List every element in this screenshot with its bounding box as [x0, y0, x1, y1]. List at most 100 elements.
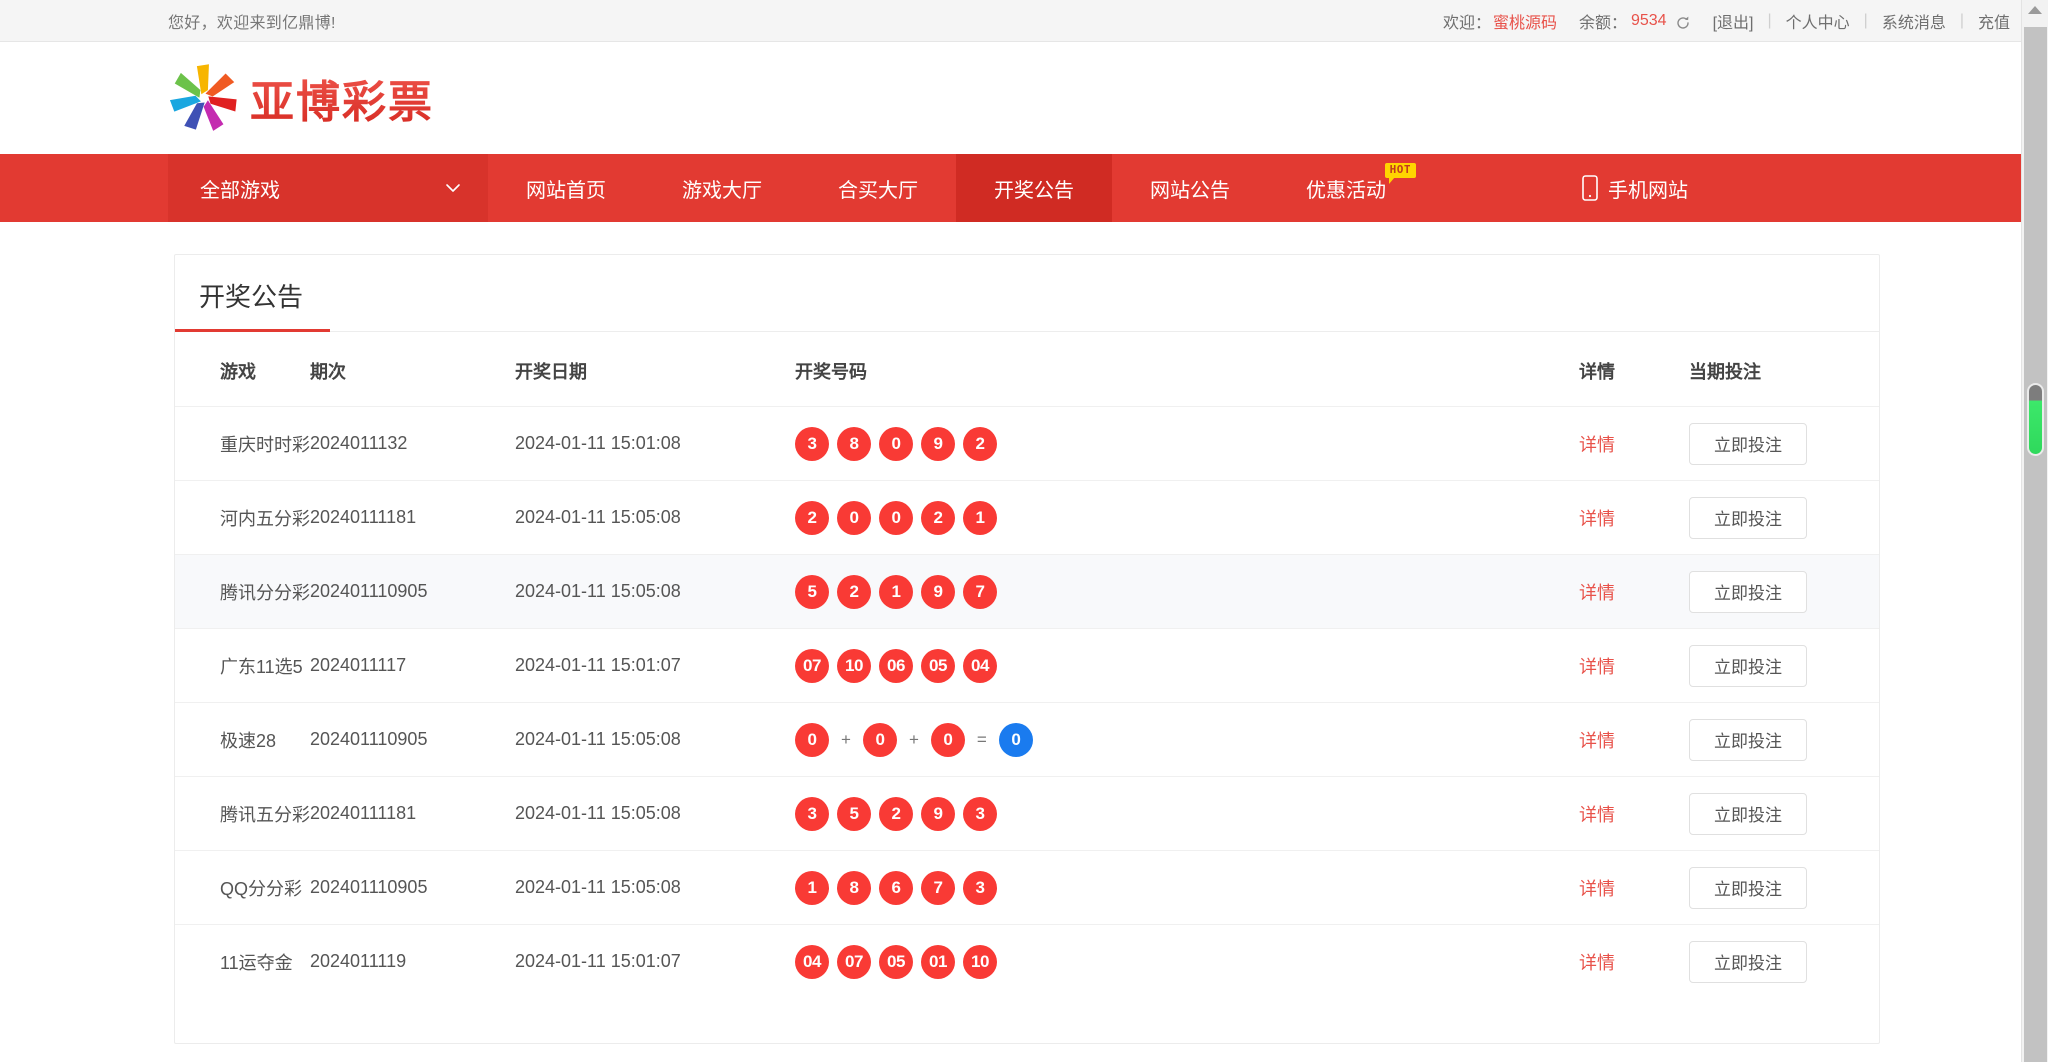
column-header-game: 游戏 [175, 332, 310, 407]
cell-game: 重庆时时彩 [175, 407, 310, 481]
table-row: 极速282024011109052024-01-11 15:05:080+0+0… [175, 703, 1879, 777]
mobile-site-label: 手机网站 [1608, 174, 1688, 203]
lottery-ball-group: 52197 [795, 575, 1579, 609]
cell-game: 11运夺金 [175, 925, 310, 999]
nav-item-group-buy-hall[interactable]: 合买大厅 [800, 154, 956, 222]
detail-link[interactable]: 详情 [1579, 731, 1615, 751]
refresh-icon[interactable] [1675, 15, 1691, 31]
nav-item-promotions[interactable]: 优惠活动 HOT [1268, 154, 1424, 222]
mobile-phone-icon [1582, 175, 1598, 201]
lottery-ball: 0 [879, 501, 913, 535]
detail-link[interactable]: 详情 [1579, 953, 1615, 973]
balance-value: 9534 [1631, 12, 1667, 30]
bet-now-button[interactable]: 立即投注 [1689, 571, 1807, 613]
table-row: 腾讯五分彩202401111812024-01-11 15:05:0835293… [175, 777, 1879, 851]
detail-link[interactable]: 详情 [1579, 657, 1615, 677]
cell-date: 2024-01-11 15:01:07 [515, 629, 795, 703]
cell-game: 极速28 [175, 703, 310, 777]
cell-detail: 详情 [1579, 925, 1689, 999]
lottery-ball: 8 [837, 871, 871, 905]
lottery-ball: 0 [837, 501, 871, 535]
lottery-ball: 3 [795, 797, 829, 831]
detail-link[interactable]: 详情 [1579, 805, 1615, 825]
lottery-ball: 3 [963, 797, 997, 831]
lottery-ball-group: 0710060504 [795, 649, 1579, 683]
lottery-ball: 0 [931, 723, 965, 757]
lottery-ball: 5 [837, 797, 871, 831]
cell-issue: 20240111181 [310, 481, 515, 555]
top-right-group: 欢迎： 蜜桃源码 余额： 9534 [退出] | 个人中心 | 系统消息 | 充… [1443, 0, 2010, 42]
logout-link[interactable]: [退出] [1713, 9, 1754, 33]
bet-now-button[interactable]: 立即投注 [1689, 867, 1807, 909]
lottery-ball: 6 [879, 871, 913, 905]
vertical-scrollbar[interactable] [2021, 0, 2048, 1062]
lottery-ball: 2 [795, 501, 829, 535]
page-title: 开奖公告 [175, 277, 327, 331]
scrollbar-track[interactable] [2024, 27, 2047, 1062]
bet-now-button[interactable]: 立即投注 [1689, 645, 1807, 687]
column-header-bet: 当期投注 [1689, 332, 1879, 407]
nav-item-label: 网站首页 [526, 174, 606, 203]
nav-item-home[interactable]: 网站首页 [488, 154, 644, 222]
lottery-ball: 07 [837, 945, 871, 979]
bet-now-button[interactable]: 立即投注 [1689, 793, 1807, 835]
cell-game: QQ分分彩 [175, 851, 310, 925]
cell-date: 2024-01-11 15:05:08 [515, 851, 795, 925]
lottery-ball: 01 [921, 945, 955, 979]
cell-issue: 2024011119 [310, 925, 515, 999]
cell-date: 2024-01-11 15:05:08 [515, 481, 795, 555]
table-row: 腾讯分分彩2024011109052024-01-11 15:05:085219… [175, 555, 1879, 629]
detail-link[interactable]: 详情 [1579, 509, 1615, 529]
bet-now-button[interactable]: 立即投注 [1689, 423, 1807, 465]
cell-detail: 详情 [1579, 851, 1689, 925]
nav-item-site-notice[interactable]: 网站公告 [1112, 154, 1268, 222]
bet-now-button[interactable]: 立即投注 [1689, 719, 1807, 761]
cell-numbers: 0710060504 [795, 629, 1579, 703]
nav-item-game-hall[interactable]: 游戏大厅 [644, 154, 800, 222]
nav-item-label: 开奖公告 [994, 174, 1074, 203]
cell-numbers: 0+0+0=0 [795, 703, 1579, 777]
cell-bet: 立即投注 [1689, 407, 1879, 481]
cell-bet: 立即投注 [1689, 777, 1879, 851]
cell-detail: 详情 [1579, 629, 1689, 703]
separator-2: | [1864, 12, 1868, 30]
scroll-up-arrow-icon[interactable] [2028, 6, 2042, 14]
card-header: 开奖公告 [175, 255, 1879, 332]
nav-item-label: 优惠活动 [1306, 174, 1386, 203]
cell-detail: 详情 [1579, 777, 1689, 851]
system-message-link[interactable]: 系统消息 [1882, 9, 1946, 33]
table-row: 重庆时时彩20240111322024-01-11 15:01:0838092详… [175, 407, 1879, 481]
bet-now-button[interactable]: 立即投注 [1689, 497, 1807, 539]
separator-1: | [1767, 12, 1771, 30]
lottery-ball-group: 18673 [795, 871, 1579, 905]
all-games-label: 全部游戏 [200, 174, 280, 203]
detail-link[interactable]: 详情 [1579, 583, 1615, 603]
nav-item-mobile-site[interactable]: 手机网站 [1544, 154, 1726, 222]
lottery-ball: 2 [879, 797, 913, 831]
personal-center-link[interactable]: 个人中心 [1786, 9, 1850, 33]
main-navigation: 全部游戏 网站首页 游戏大厅 合买大厅 开奖公告 网站公告 [0, 154, 2048, 222]
all-games-dropdown[interactable]: 全部游戏 [168, 154, 488, 222]
lottery-ball: 2 [837, 575, 871, 609]
lottery-ball: 3 [795, 427, 829, 461]
detail-link[interactable]: 详情 [1579, 879, 1615, 899]
lottery-ball-group: 0407050110 [795, 945, 1579, 979]
lottery-ball: 8 [837, 427, 871, 461]
greeting-text: 您好，欢迎来到亿鼎博! [168, 9, 336, 33]
lottery-ball-sum: 0 [999, 723, 1033, 757]
bet-now-button[interactable]: 立即投注 [1689, 941, 1807, 983]
lottery-ball: 05 [879, 945, 913, 979]
nav-item-lottery-results[interactable]: 开奖公告 [956, 154, 1112, 222]
nav-item-label: 网站公告 [1150, 174, 1230, 203]
scrollbar-thumb[interactable] [2027, 383, 2044, 456]
lottery-ball: 2 [963, 427, 997, 461]
lottery-ball: 2 [921, 501, 955, 535]
logo-band: 亚博彩票 [0, 42, 2048, 154]
separator-3: | [1960, 12, 1964, 30]
lottery-ball-group: 20021 [795, 501, 1579, 535]
lottery-ball: 04 [795, 945, 829, 979]
top-utility-bar: 您好，欢迎来到亿鼎博! 欢迎： 蜜桃源码 余额： 9534 [退出] | 个人中… [0, 0, 2048, 42]
recharge-link[interactable]: 充值 [1978, 9, 2010, 33]
brand-logo[interactable]: 亚博彩票 [168, 62, 434, 134]
detail-link[interactable]: 详情 [1579, 435, 1615, 455]
